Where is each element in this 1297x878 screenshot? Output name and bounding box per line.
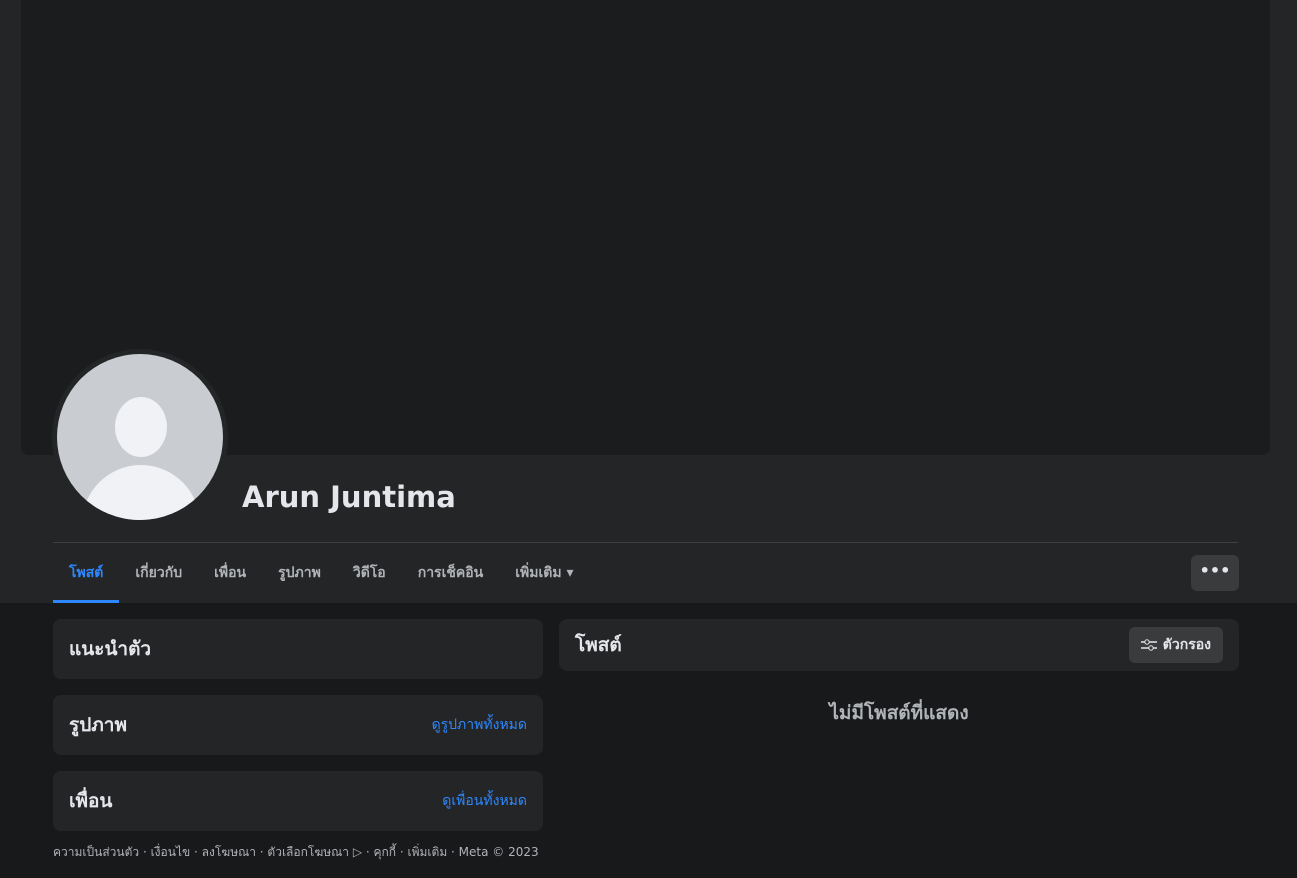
tab-photos[interactable]: รูปภาพ (262, 550, 337, 603)
more-options-button[interactable]: ••• (1191, 555, 1239, 591)
friends-card: เพื่อน ดูเพื่อนทั้งหมด (53, 771, 543, 831)
filter-button[interactable]: ตัวกรอง (1128, 627, 1223, 663)
posts-card: โพสต์ ตัวกรอง (559, 619, 1239, 671)
profile-tabs: โพสต์ เกี่ยวกับ เพื่อน รูปภาพ วิดีโอ การ… (53, 550, 589, 603)
no-posts-message: ไม่มีโพสต์ที่แสดง (829, 702, 969, 724)
tab-more[interactable]: เพิ่มเติม ▾ (499, 550, 589, 603)
intro-title: แนะนำตัว (69, 638, 152, 660)
footer-links[interactable]: ความเป็นส่วนตัว · เงื่อนไข · ลงโฆษณา · ต… (53, 843, 539, 862)
photos-title: รูปภาพ (69, 714, 127, 736)
profile-name: Arun Juntima (242, 480, 456, 514)
filter-sliders-icon (1140, 639, 1157, 651)
profile-avatar[interactable] (52, 349, 228, 525)
tab-videos[interactable]: วิดีโอ (337, 550, 402, 603)
see-all-friends-link[interactable]: ดูเพื่อนทั้งหมด (442, 790, 527, 812)
profile-header: Arun Juntima โพสต์ เกี่ยวกับ เพื่อน รูปภ… (0, 0, 1297, 603)
photos-card: รูปภาพ ดูรูปภาพทั้งหมด (53, 695, 543, 755)
tab-friends[interactable]: เพื่อน (198, 550, 262, 603)
tab-checkins[interactable]: การเช็คอิน (402, 550, 500, 603)
default-avatar-icon (57, 354, 223, 520)
see-all-photos-link[interactable]: ดูรูปภาพทั้งหมด (432, 714, 527, 736)
intro-card: แนะนำตัว (53, 619, 543, 679)
filter-label: ตัวกรอง (1162, 637, 1211, 653)
tab-about[interactable]: เกี่ยวกับ (119, 550, 198, 603)
friends-title: เพื่อน (69, 790, 113, 812)
tab-posts[interactable]: โพสต์ (53, 550, 120, 603)
posts-title: โพสต์ (575, 634, 622, 656)
divider (53, 542, 1238, 543)
